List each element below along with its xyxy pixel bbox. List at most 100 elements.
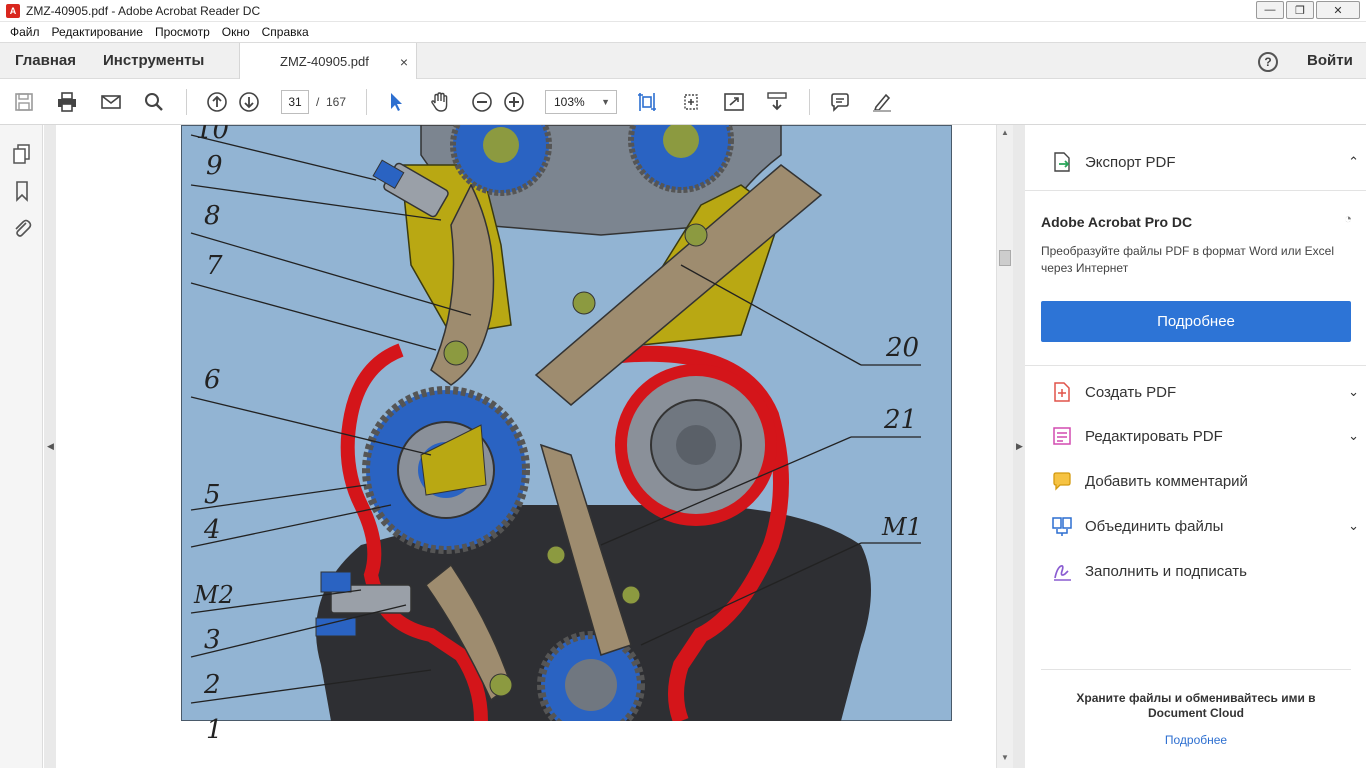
collapse-left-panel[interactable]: ◀ [44, 125, 56, 768]
callout-20: 20 [886, 333, 920, 363]
document-viewer[interactable]: 10 9 8 7 6 5 4 M2 3 2 1 20 21 M1 [56, 125, 996, 768]
tool-add-comment[interactable]: Добавить комментарий [1049, 465, 1366, 497]
callout-8: 8 [204, 201, 221, 231]
acrobat-icon: A [6, 3, 20, 18]
signin-button[interactable]: Войти [1307, 43, 1353, 79]
fill-sign-icon [1049, 560, 1075, 582]
engine-timing-drawing [181, 125, 952, 721]
previous-page-icon[interactable] [204, 89, 230, 115]
next-page-icon[interactable] [236, 89, 262, 115]
callout-4: 4 [204, 515, 221, 545]
tool-label: Создать PDF [1085, 383, 1177, 401]
scroll-down-icon[interactable]: ▼ [1001, 753, 1009, 762]
maximize-button[interactable]: ❐ [1286, 1, 1314, 19]
tab-tools[interactable]: Инструменты [103, 43, 204, 79]
scroll-up-icon[interactable]: ▲ [1001, 128, 1009, 137]
fit-page-icon[interactable] [634, 89, 660, 115]
hand-tool-icon[interactable] [427, 89, 453, 115]
callout-3: 3 [204, 625, 221, 655]
zoom-out-icon[interactable] [469, 89, 495, 115]
tool-edit-pdf[interactable]: Редактировать PDF ⌄ [1049, 420, 1366, 452]
rotate-page-icon[interactable] [678, 89, 704, 115]
document-tab-label: ZMZ-40905.pdf [280, 54, 369, 69]
export-pdf-icon [1049, 151, 1075, 173]
toolbar-divider [809, 89, 810, 115]
tool-label: Добавить комментарий [1085, 472, 1248, 490]
tool-label: Объединить файлы [1085, 517, 1224, 535]
tool-create-pdf[interactable]: Создать PDF ⌄ [1049, 376, 1366, 408]
window-title: ZMZ-40905.pdf - Adobe Acrobat Reader DC [26, 3, 261, 18]
callout-21: 21 [884, 405, 918, 435]
chevron-down-icon[interactable]: ⌄ [1348, 428, 1359, 444]
callout-7: 7 [206, 251, 223, 281]
select-cursor-icon[interactable] [383, 89, 409, 115]
scrollbar-thumb[interactable] [999, 250, 1011, 266]
callout-10: 10 [196, 125, 230, 145]
vertical-scrollbar[interactable]: ▲ ▼ [996, 125, 1013, 768]
export-pdf-details: Adobe Acrobat Pro DC ◔ Преобразуйте файл… [1025, 191, 1366, 356]
export-description: Преобразуйте файлы PDF в формат Word или… [1041, 244, 1335, 275]
callout-2: 2 [204, 670, 221, 700]
chevron-right-icon: ▶ [1016, 441, 1023, 451]
page-number-input[interactable]: 31 [281, 90, 309, 114]
callout-m1: M1 [882, 513, 922, 541]
menu-view[interactable]: Просмотр [149, 22, 216, 42]
title-bar: A ZMZ-40905.pdf - Adobe Acrobat Reader D… [0, 0, 1366, 22]
comment-icon[interactable] [827, 89, 853, 115]
menu-help[interactable]: Справка [256, 22, 315, 42]
search-icon[interactable] [141, 89, 167, 115]
menu-edit[interactable]: Редактирование [46, 22, 149, 42]
minimize-button[interactable]: — [1256, 1, 1284, 19]
add-comment-icon [1049, 470, 1075, 492]
create-pdf-icon [1049, 381, 1075, 403]
document-cloud-promo: Храните файлы и обменивайтесь ими в Docu… [1076, 691, 1316, 720]
combine-files-icon [1049, 515, 1075, 537]
email-icon[interactable] [98, 89, 124, 115]
save-icon[interactable] [11, 89, 37, 115]
zoom-value: 103% [554, 95, 585, 109]
learn-more-button[interactable]: Подробнее [1041, 301, 1351, 342]
tools-pane: Экспорт PDF ⌃ Adobe Acrobat Pro DC ◔ Пре… [1025, 125, 1366, 768]
callout-9: 9 [206, 151, 223, 181]
toolbar-divider [366, 89, 367, 115]
tool-fill-and-sign[interactable]: Заполнить и подписать [1049, 555, 1366, 587]
tool-label: Заполнить и подписать [1085, 562, 1247, 580]
callout-6: 6 [204, 365, 221, 395]
toolbar: 31 / 167 103% ▼ [0, 79, 1366, 125]
close-tab-icon[interactable]: × [400, 54, 408, 70]
window-controls: — ❐ ✕ [1256, 1, 1360, 19]
highlight-pen-icon[interactable] [869, 89, 895, 115]
callout-m2: M2 [194, 581, 234, 609]
tool-label: Экспорт PDF [1085, 153, 1176, 171]
tab-document[interactable]: ZMZ-40905.pdf × [239, 43, 417, 80]
chevron-down-icon[interactable]: ⌄ [1348, 384, 1359, 400]
zoom-select[interactable]: 103% ▼ [545, 90, 617, 114]
tab-home[interactable]: Главная [15, 43, 76, 79]
edit-pdf-icon [1049, 425, 1075, 447]
scroll-mode-icon[interactable] [764, 89, 790, 115]
attachments-icon[interactable] [11, 217, 33, 239]
callout-1: 1 [206, 715, 223, 745]
menu-bar: Файл Редактирование Просмотр Окно Справк… [0, 22, 1366, 42]
menu-file[interactable]: Файл [4, 22, 46, 42]
help-icon[interactable]: ? [1258, 52, 1278, 72]
print-icon[interactable] [54, 89, 80, 115]
collapse-right-panel[interactable]: ▶ [1013, 125, 1025, 768]
chevron-down-icon: ▼ [601, 97, 610, 107]
toolbar-divider [186, 89, 187, 115]
panel-divider [1041, 669, 1351, 670]
bookmarks-icon[interactable] [11, 180, 33, 202]
page-thumbnails-icon[interactable] [11, 143, 33, 165]
callout-5: 5 [204, 480, 221, 510]
close-button[interactable]: ✕ [1316, 1, 1360, 19]
tool-combine-files[interactable]: Объединить файлы ⌄ [1049, 510, 1366, 542]
panel-divider [1025, 365, 1366, 366]
zoom-in-icon[interactable] [501, 89, 527, 115]
left-navigation-rail [0, 125, 43, 768]
full-screen-icon[interactable] [721, 89, 747, 115]
menu-window[interactable]: Окно [216, 22, 256, 42]
chevron-down-icon[interactable]: ⌄ [1348, 518, 1359, 534]
tool-export-pdf[interactable]: Экспорт PDF ⌃ [1049, 146, 1366, 178]
learn-more-link[interactable]: Подробнее [1055, 733, 1337, 747]
chevron-up-icon[interactable]: ⌃ [1348, 154, 1359, 170]
